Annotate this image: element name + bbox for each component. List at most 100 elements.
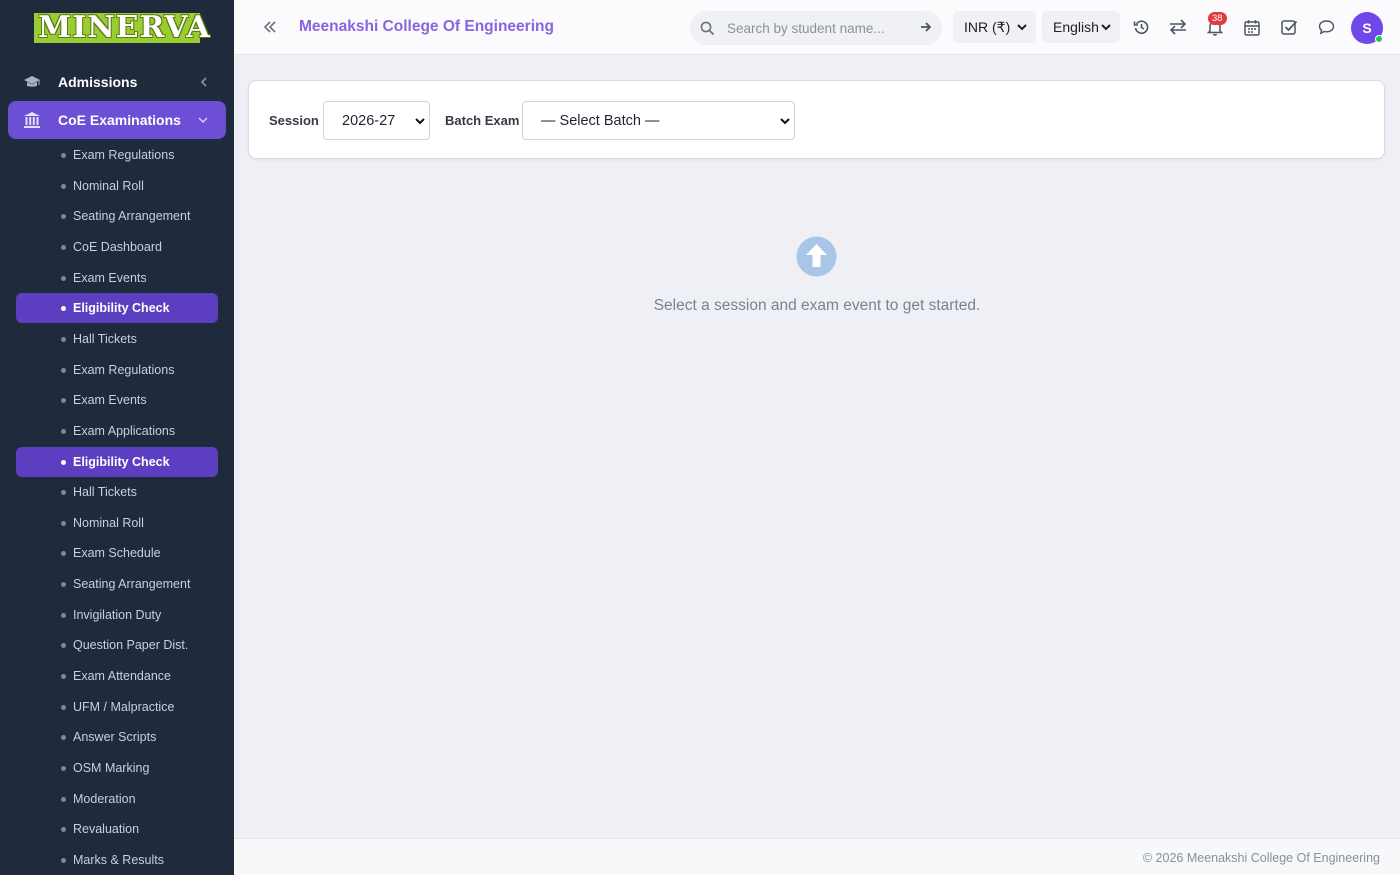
bullet-dot-icon [61,183,66,189]
chevron-down-icon [198,101,208,139]
language-value: English [1053,19,1099,35]
batch-exam-select[interactable]: — Select Batch — [522,101,795,140]
sidebar-subitem[interactable]: Nominal Roll [16,171,218,201]
sidebar-subitem-label: Eligibility Check [73,455,170,469]
sidebar-subitem[interactable]: Moderation [16,784,218,814]
logo-area: MINERVA [0,0,234,56]
chat-icon[interactable] [1317,18,1335,36]
sidebar-subitem[interactable]: OSM Marking [16,753,218,783]
session-label: Session [269,113,319,128]
footer: © 2026 Meenakshi College Of Engineering [234,838,1400,875]
sidebar-subitem[interactable]: Seating Arrangement [16,569,218,599]
language-select[interactable]: English [1042,11,1120,43]
sidebar-subitem-label: OSM Marking [73,761,150,775]
bullet-dot-icon [61,213,66,219]
sidebar-subitem[interactable]: Exam Attendance [16,661,218,691]
arrow-right-icon[interactable] [919,20,933,34]
sidebar-subitem-label: Hall Tickets [73,332,137,346]
session-select[interactable]: 2026-27 [323,101,430,140]
task-check-icon[interactable] [1280,18,1298,36]
sidebar-subitem[interactable]: Marks & Results [16,845,218,875]
sidebar-subitem[interactable]: Answer Scripts [16,722,218,752]
sidebar-subitem[interactable]: Eligibility Check [16,293,218,323]
sidebar-subitem-label: Question Paper Dist. [73,638,189,652]
sidebar-subitem[interactable]: Exam Regulations [16,355,218,385]
top-header: Meenakshi College Of Engineering INR (₹)… [234,0,1400,55]
filter-card: Session 2026-27 Batch Exam — Select Batc… [248,80,1385,159]
logo[interactable]: MINERVA [34,13,210,43]
footer-copyright: © 2026 Meenakshi College Of Engineering [1142,851,1380,865]
session-value: 2026-27 [342,112,396,129]
sidebar-subitem[interactable]: Question Paper Dist. [16,630,218,660]
sidebar-subitem-label: Seating Arrangement [73,577,191,591]
switch-arrows-icon[interactable] [1169,18,1187,36]
institution-icon [22,111,42,129]
sidebar-subitem[interactable]: Seating Arrangement [16,201,218,231]
sidebar-subitem-label: Marks & Results [73,853,164,867]
sidebar-item-label: CoE Examinations [58,112,181,128]
graduation-cap-icon [22,74,42,90]
sidebar-subitem[interactable]: Invigilation Duty [16,600,218,630]
sidebar-subitem[interactable]: UFM / Malpractice [16,692,218,722]
bullet-dot-icon [61,673,66,679]
college-title[interactable]: Meenakshi College Of Engineering [299,18,554,36]
sidebar-subitem[interactable]: Exam Schedule [16,538,218,568]
sidebar-subitem[interactable]: Revaluation [16,814,218,844]
history-icon[interactable] [1132,18,1150,36]
currency-select[interactable]: INR (₹) [953,11,1036,43]
chevron-down-icon [779,115,791,131]
bullet-dot-icon [61,336,66,342]
bullet-dot-icon [61,826,66,832]
sidebar-subitem[interactable]: Hall Tickets [16,324,218,354]
sidebar-subitem-label: Exam Attendance [73,669,171,683]
sidebar-subitem-label: UFM / Malpractice [73,700,175,714]
bullet-dot-icon [61,550,66,556]
bullet-dot-icon [61,489,66,495]
sidebar-subitem[interactable]: Exam Events [16,263,218,293]
sidebar-subitem[interactable]: Nominal Roll [16,508,218,538]
notification-badge: 38 [1208,12,1227,25]
sidebar-subitem-label: Answer Scripts [73,730,157,744]
sidebar-subitem-label: Seating Arrangement [73,209,191,223]
sidebar: MINERVA Admissions CoE Examinations Exam… [0,0,234,875]
currency-value: INR (₹) [964,18,1011,35]
sidebar-subitem-label: Eligibility Check [73,301,170,315]
calendar-icon[interactable] [1243,18,1261,36]
bullet-dot-icon [61,428,66,434]
sidebar-subitem[interactable]: CoE Dashboard [16,232,218,262]
sidebar-subitem-label: Nominal Roll [73,179,144,193]
empty-state-message: Select a session and exam event to get s… [653,297,981,314]
search-input[interactable] [727,20,907,36]
sidebar-subitem-label: Revaluation [73,822,140,836]
bullet-dot-icon [61,244,66,250]
bullet-dot-icon [61,796,66,802]
collapse-sidebar-icon[interactable] [260,17,280,37]
sidebar-subitem[interactable]: Exam Events [16,385,218,415]
sidebar-item-label: Admissions [58,74,138,90]
bullet-dot-icon [61,152,66,158]
sidebar-item-coe-examinations[interactable]: CoE Examinations [8,101,226,139]
batch-exam-value: — Select Batch — [541,112,660,129]
batch-exam-label: Batch Exam [445,113,520,128]
sidebar-subitem[interactable]: Eligibility Check [16,447,218,477]
bullet-dot-icon [61,367,66,373]
bullet-dot-icon [61,520,66,526]
sidebar-subitem[interactable]: Hall Tickets [16,477,218,507]
bullet-dot-icon [61,734,66,740]
chevron-left-icon [200,63,208,101]
sidebar-subitem[interactable]: Exam Applications [16,416,218,446]
bullet-dot-icon [61,765,66,771]
sidebar-item-admissions[interactable]: Admissions [8,63,226,101]
bullet-dot-icon [61,642,66,648]
sidebar-subitem-label: Nominal Roll [73,516,144,530]
bullet-dot-icon [61,459,66,465]
bullet-dot-icon [61,612,66,618]
bullet-dot-icon [61,275,66,281]
bullet-dot-icon [61,305,66,311]
sidebar-subitem-label: Exam Applications [73,424,176,438]
bullet-dot-icon [61,397,66,403]
sidebar-subitem-label: Exam Events [73,271,147,285]
sidebar-subitem-label: CoE Dashboard [73,240,162,254]
student-search [690,11,942,45]
sidebar-subitem[interactable]: Exam Regulations [16,140,218,170]
